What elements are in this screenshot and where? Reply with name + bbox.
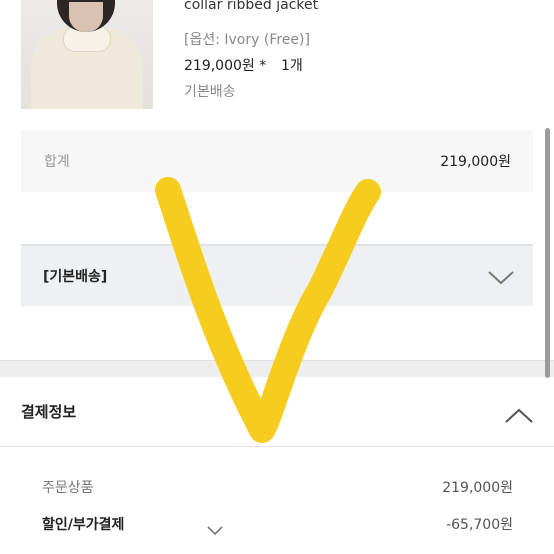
discount-label: 할인/부가결제: [42, 517, 125, 533]
product-price: 219,000원 *: [184, 58, 267, 74]
section-divider: [0, 360, 554, 377]
product-option: [옵션: Ivory (Free)]: [184, 32, 310, 48]
total-label: 합계: [44, 154, 70, 170]
order-product-item: collar ribbed jacket [옵션: Ivory (Free)] …: [0, 0, 554, 128]
chevron-up-icon: [505, 408, 533, 423]
chevron-down-icon: [488, 271, 514, 285]
payment-info-title: 결제정보: [21, 403, 77, 421]
scrollbar[interactable]: [545, 128, 550, 378]
order-total-box: 합계 219,000원: [21, 130, 533, 192]
total-value: 219,000원: [440, 154, 511, 170]
shipping-group-toggle[interactable]: [기본배송]: [21, 244, 533, 306]
product-quantity: 1개: [281, 58, 303, 74]
product-thumbnail[interactable]: [21, 0, 153, 109]
ordered-items-value: 219,000원: [442, 480, 513, 496]
payment-info-body: 주문상품 219,000원 할인/부가결제 -65,700원: [0, 448, 554, 554]
shipping-group-label: [기본배송]: [43, 269, 108, 285]
discount-value: -65,700원: [446, 517, 513, 533]
chevron-down-icon[interactable]: [206, 524, 224, 536]
ordered-items-label: 주문상품: [42, 480, 94, 496]
product-name[interactable]: collar ribbed jacket: [184, 0, 318, 13]
payment-info-header[interactable]: 결제정보: [0, 377, 554, 447]
product-shipping-type: 기본배송: [184, 84, 236, 100]
